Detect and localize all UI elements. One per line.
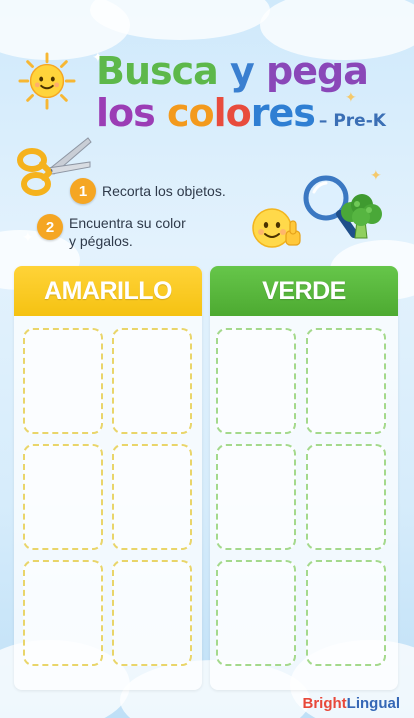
paste-slot[interactable] — [306, 560, 386, 666]
color-panel-green: VERDE — [210, 266, 398, 690]
title-word: res — [250, 91, 316, 135]
paste-slot[interactable] — [216, 560, 296, 666]
step-text-line: Encuentra su color — [69, 215, 186, 231]
step-number-badge: 1 — [70, 178, 96, 204]
paste-slot[interactable] — [23, 444, 103, 550]
sparkle-icon: ✦ — [22, 230, 34, 246]
title-word: co — [166, 91, 215, 135]
panel-header-label: AMARILLO — [14, 266, 202, 316]
step-text-line: y pégalos. — [69, 233, 133, 249]
paste-slot[interactable] — [306, 444, 386, 550]
thumbs-up-smiley-icon — [252, 208, 301, 248]
step-text: Recorta los objetos. — [102, 183, 226, 199]
title-word: pega — [266, 49, 369, 93]
title-word: los — [96, 91, 167, 135]
grade-label: – Pre-K — [318, 111, 386, 131]
page-title: Busca y pega los colores – Pre-K — [96, 52, 386, 132]
title-line-1: Busca y pega — [96, 52, 386, 90]
paste-slot-grid — [210, 316, 398, 666]
paste-slot[interactable] — [112, 560, 192, 666]
title-word: lo — [213, 91, 252, 135]
paste-slot[interactable] — [112, 328, 192, 434]
paste-slot[interactable] — [216, 444, 296, 550]
paste-slot[interactable] — [23, 328, 103, 434]
brand-logo: BrightLingual — [303, 695, 401, 712]
instruction-step-2: 2 Encuentra su color y pégalos. — [37, 214, 186, 250]
paste-slot[interactable] — [306, 328, 386, 434]
paste-slot-grid — [14, 316, 202, 666]
paste-slot[interactable] — [112, 444, 192, 550]
step-text: Encuentra su color y pégalos. — [69, 214, 186, 250]
brand-logo-part: Lingual — [346, 695, 400, 712]
step-number-badge: 2 — [37, 214, 63, 240]
sun-icon — [18, 52, 76, 110]
panel-header-label: VERDE — [210, 266, 398, 316]
title-word: Busca — [96, 49, 219, 93]
color-panel-yellow: AMARILLO — [14, 266, 202, 690]
paste-slot[interactable] — [216, 328, 296, 434]
instruction-step-1: 1 Recorta los objetos. — [70, 178, 226, 204]
broccoli-icon — [341, 194, 382, 239]
sparkle-icon: ✦ — [370, 168, 382, 184]
brand-logo-part: Bright — [302, 695, 347, 712]
title-word: y — [217, 49, 267, 93]
paste-slot[interactable] — [23, 560, 103, 666]
title-line-2: los colores – Pre-K — [96, 94, 386, 132]
